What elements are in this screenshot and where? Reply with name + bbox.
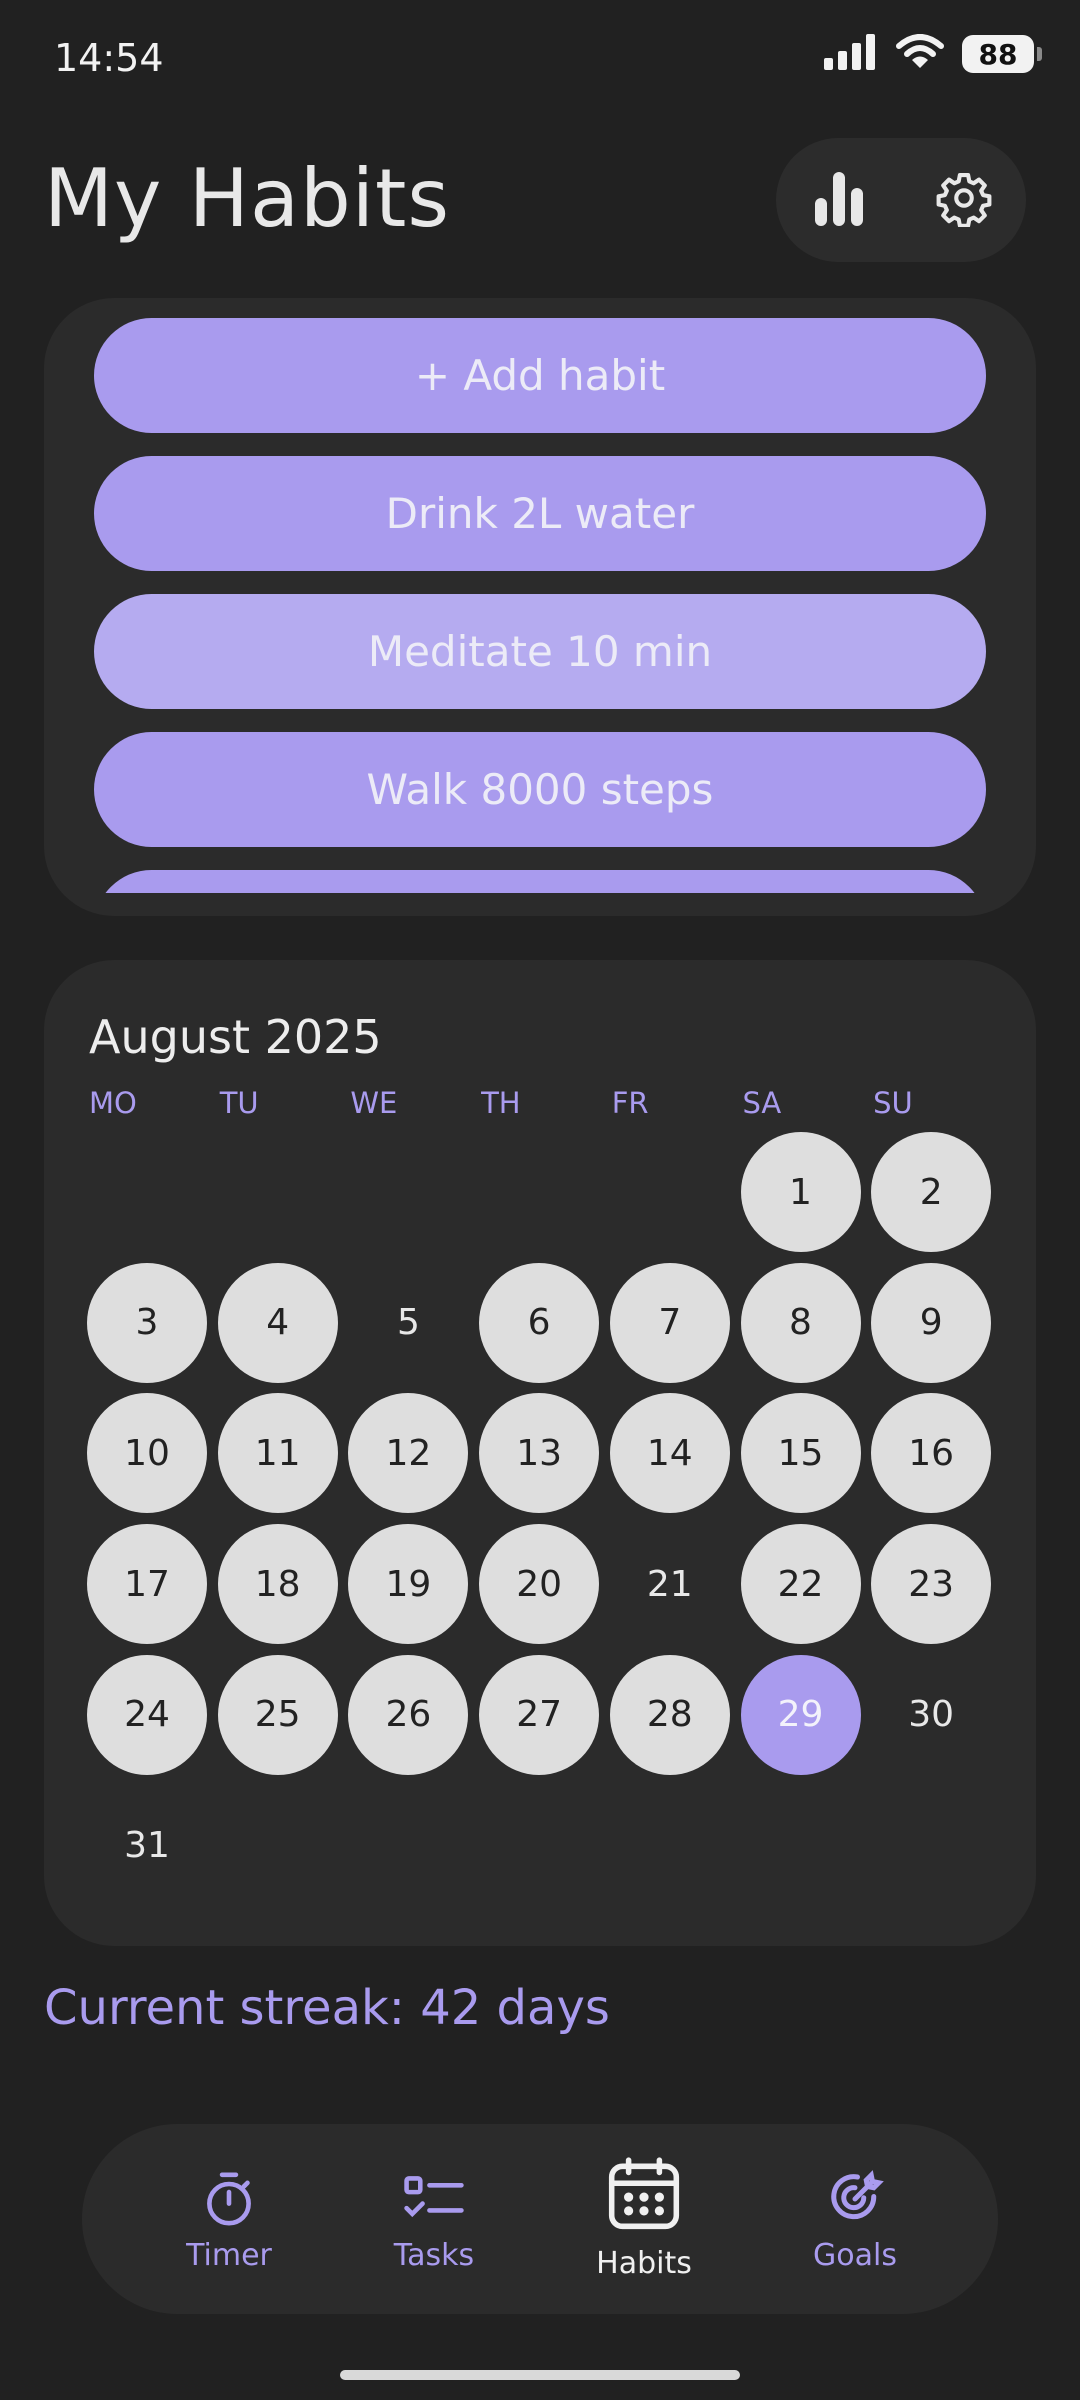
- month-label: August 2025: [89, 1010, 382, 1064]
- add-habit-button[interactable]: + Add habit: [94, 318, 986, 433]
- calendar-day[interactable]: 4: [217, 1262, 338, 1383]
- habit-item[interactable]: Meditate 10 min: [94, 594, 986, 709]
- habit-item-partial[interactable]: [94, 870, 986, 893]
- page-title: My Habits: [44, 152, 451, 245]
- calendar-day[interactable]: 13: [479, 1393, 600, 1514]
- habit-item[interactable]: Drink 2L water: [94, 456, 986, 571]
- calendar-day[interactable]: 21: [610, 1524, 730, 1644]
- stats-button[interactable]: [794, 155, 884, 245]
- header-actions: [776, 138, 1026, 262]
- calendar-day[interactable]: 17: [87, 1524, 207, 1645]
- calendar-day[interactable]: 16: [871, 1393, 992, 1514]
- calendar-day[interactable]: 26: [348, 1654, 469, 1775]
- battery-level: 88: [978, 37, 1018, 71]
- calendar-day[interactable]: 2: [871, 1132, 992, 1252]
- weekday-label: SA: [742, 1086, 782, 1120]
- habits-panel: + Add habit Drink 2L water Meditate 10 mi…: [44, 298, 1036, 916]
- weekday-label: TH: [481, 1086, 521, 1120]
- nav-item-goals[interactable]: Goals: [780, 2164, 930, 2273]
- calendar-day[interactable]: 28: [609, 1654, 730, 1775]
- nav-item-habits[interactable]: Habits: [569, 2154, 719, 2281]
- calendar-day[interactable]: 24: [87, 1654, 207, 1775]
- calendar-day[interactable]: 3: [87, 1262, 207, 1383]
- status-icons: 88: [824, 34, 1042, 74]
- calendar-day-today[interactable]: 29: [740, 1654, 861, 1775]
- wifi-icon: [896, 34, 944, 74]
- gear-icon: [935, 169, 993, 231]
- bottom-nav: Timer Tasks Habits Goals: [82, 2124, 998, 2314]
- nav-label: Goals: [813, 2238, 897, 2273]
- nav-item-timer[interactable]: Timer: [154, 2164, 304, 2273]
- calendar-day[interactable]: 22: [740, 1524, 861, 1645]
- battery-icon: 88: [962, 35, 1042, 73]
- weekday-header: MO TU WE TH FR SA SU: [89, 1086, 1004, 1120]
- calendar-day[interactable]: 30: [871, 1655, 991, 1775]
- calendar-day[interactable]: 6: [479, 1262, 600, 1383]
- weekday-label: SU: [873, 1086, 913, 1120]
- status-time: 14:54: [54, 36, 164, 80]
- settings-button[interactable]: [919, 155, 1009, 245]
- weekday-label: MO: [89, 1086, 137, 1120]
- tasks-icon: [359, 2164, 509, 2234]
- calendar-day[interactable]: 18: [217, 1524, 338, 1645]
- calendar-day[interactable]: 14: [609, 1393, 730, 1514]
- calendar-day[interactable]: 11: [217, 1393, 338, 1514]
- calendar-panel: August 2025 MO TU WE TH FR SA SU 1 2 3 4 5 6 7 8 9 10 11…: [44, 960, 1036, 1946]
- habit-list[interactable]: + Add habit Drink 2L water Meditate 10 mi…: [94, 318, 986, 893]
- nav-item-tasks[interactable]: Tasks: [359, 2164, 509, 2273]
- stats-icon: [813, 170, 865, 230]
- calendar-day[interactable]: 31: [87, 1786, 207, 1906]
- calendar-day[interactable]: 8: [740, 1262, 861, 1383]
- streak-text: Current streak: 42 days: [44, 1980, 610, 2036]
- nav-label: Habits: [596, 2246, 692, 2281]
- calendar-day[interactable]: 23: [871, 1524, 992, 1645]
- timer-icon: [154, 2164, 304, 2234]
- calendar-day[interactable]: 20: [479, 1524, 600, 1645]
- calendar-day[interactable]: 12: [348, 1393, 469, 1514]
- calendar-day[interactable]: 1: [740, 1132, 861, 1252]
- home-indicator[interactable]: [340, 2370, 740, 2380]
- nav-label: Tasks: [393, 2238, 475, 2273]
- weekday-label: WE: [350, 1086, 398, 1120]
- calendar-day[interactable]: 5: [348, 1263, 468, 1383]
- calendar-day[interactable]: 7: [609, 1262, 730, 1383]
- calendar-day[interactable]: 10: [87, 1393, 207, 1514]
- calendar-day[interactable]: 27: [479, 1654, 600, 1775]
- habit-item[interactable]: Walk 8000 steps: [94, 732, 986, 847]
- calendar-day[interactable]: 15: [740, 1393, 861, 1514]
- signal-icon: [824, 34, 878, 74]
- calendar-day[interactable]: 25: [217, 1654, 338, 1775]
- goals-icon: [780, 2164, 930, 2234]
- weekday-label: TU: [219, 1086, 259, 1120]
- calendar-icon: [569, 2154, 719, 2234]
- calendar-day[interactable]: 19: [348, 1524, 469, 1645]
- nav-label: Timer: [186, 2238, 272, 2273]
- calendar-day[interactable]: 9: [871, 1262, 992, 1383]
- weekday-label: FR: [611, 1086, 649, 1120]
